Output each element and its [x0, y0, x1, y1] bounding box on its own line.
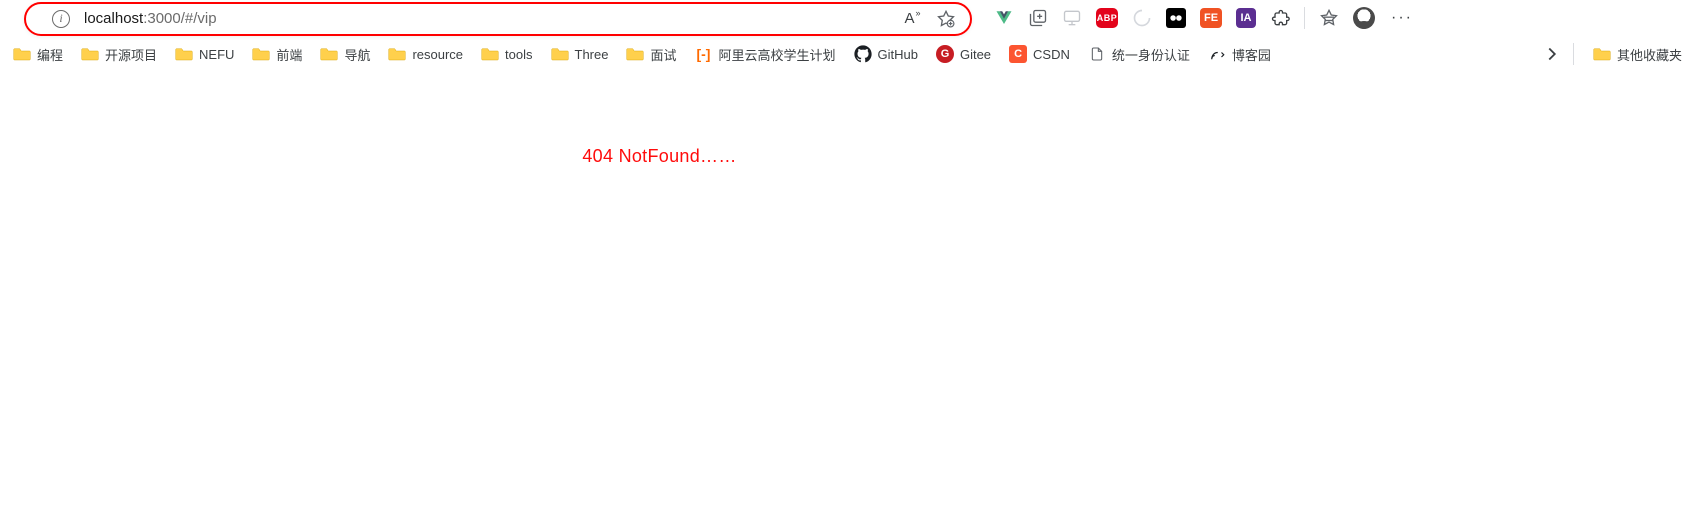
- dark-extension-icon[interactable]: [1166, 8, 1186, 28]
- bookmark-item-14[interactable]: 博客园: [1199, 39, 1280, 69]
- bookmark-label: NEFU: [199, 47, 234, 62]
- bookmark-item-3[interactable]: 前端: [243, 39, 311, 69]
- url-host: localhost: [84, 10, 143, 27]
- bookmark-item-1[interactable]: 开源项目: [72, 39, 166, 69]
- folder-icon: [388, 47, 406, 61]
- bookmarks-overflow: 其他收藏夹: [1541, 39, 1695, 69]
- bookmark-label: 导航: [344, 45, 370, 64]
- toolbar-divider: [1304, 7, 1305, 29]
- bookmark-label: 统一身份认证: [1112, 45, 1190, 64]
- folder-icon: [626, 47, 644, 61]
- page-content: 404 NotFound……: [0, 72, 1699, 167]
- bookmark-item-4[interactable]: 导航: [311, 39, 379, 69]
- bookmark-item-12[interactable]: C CSDN: [1000, 39, 1079, 69]
- ia-extension-icon[interactable]: IA: [1236, 8, 1256, 28]
- folder-icon: [481, 47, 499, 61]
- collections-icon[interactable]: [1028, 8, 1048, 28]
- bookmarks-divider: [1573, 43, 1574, 65]
- document-icon: [1088, 45, 1106, 63]
- extensions-menu-icon[interactable]: [1270, 8, 1290, 28]
- bookmark-label: 博客园: [1232, 45, 1271, 64]
- folder-icon: [252, 47, 270, 61]
- more-menu-icon[interactable]: ···: [1389, 9, 1417, 27]
- screenshot-icon[interactable]: [1062, 8, 1082, 28]
- bookmark-label: 阿里云高校学生计划: [718, 45, 835, 64]
- bookmark-label: 编程: [37, 45, 63, 64]
- bookmark-item-9[interactable]: [-] 阿里云高校学生计划: [685, 39, 844, 69]
- address-bar-actions: A»: [902, 9, 956, 29]
- csdn-icon: C: [1009, 45, 1027, 63]
- github-icon: [854, 45, 872, 63]
- folder-icon: [81, 47, 99, 61]
- bookmark-item-6[interactable]: tools: [472, 39, 541, 69]
- bookmark-label: CSDN: [1033, 47, 1070, 62]
- adblock-plus-icon[interactable]: ABP: [1096, 8, 1118, 28]
- bookmark-item-5[interactable]: resource: [379, 39, 472, 69]
- address-bar[interactable]: i localhost:3000/#/vip A»: [24, 2, 972, 36]
- read-aloud-icon[interactable]: A»: [902, 9, 922, 29]
- bookmark-label: tools: [505, 47, 532, 62]
- other-bookmarks-label: 其他收藏夹: [1617, 45, 1682, 64]
- folder-icon: [175, 47, 193, 61]
- bookmark-label: GitHub: [878, 47, 918, 62]
- folder-icon: [551, 47, 569, 61]
- browser-toolbar: i localhost:3000/#/vip A»: [0, 0, 1699, 36]
- favorites-shortcut-icon[interactable]: [1319, 8, 1339, 28]
- favorite-star-icon[interactable]: [936, 9, 956, 29]
- other-bookmarks-folder[interactable]: 其他收藏夹: [1584, 39, 1691, 69]
- not-found-text: 404 NotFound……: [582, 146, 736, 167]
- fe-helper-icon[interactable]: FE: [1200, 8, 1222, 28]
- cnblogs-icon: [1208, 45, 1226, 63]
- aliyun-icon: [-]: [694, 45, 712, 63]
- site-info-icon[interactable]: i: [52, 10, 70, 28]
- bookmark-item-8[interactable]: 面试: [617, 39, 685, 69]
- bookmark-item-2[interactable]: NEFU: [166, 39, 243, 69]
- bookmark-item-0[interactable]: 编程: [4, 39, 72, 69]
- bookmark-item-11[interactable]: G Gitee: [927, 39, 1000, 69]
- folder-icon: [1593, 47, 1611, 61]
- folder-icon: [320, 47, 338, 61]
- folder-icon: [13, 47, 31, 61]
- extensions-row: ABP FE IA ···: [994, 7, 1417, 29]
- address-url[interactable]: localhost:3000/#/vip: [84, 10, 888, 27]
- url-rest: :3000/#/vip: [143, 10, 216, 27]
- vue-devtools-icon[interactable]: [994, 8, 1014, 28]
- bookmark-label: 开源项目: [105, 45, 157, 64]
- bookmarks-scroll-right-icon[interactable]: [1541, 43, 1563, 65]
- loading-extension-icon[interactable]: [1132, 8, 1152, 28]
- gitee-icon: G: [936, 45, 954, 63]
- bookmark-label: 前端: [276, 45, 302, 64]
- bookmarks-bar: 编程 开源项目 NEFU 前端 导航 resource tools Three 面试 [-] 阿里云…: [0, 36, 1699, 72]
- bookmark-label: 面试: [650, 45, 676, 64]
- bookmark-item-10[interactable]: GitHub: [845, 39, 927, 69]
- bookmark-item-13[interactable]: 统一身份认证: [1079, 39, 1199, 69]
- bookmark-label: resource: [412, 47, 463, 62]
- bookmark-item-7[interactable]: Three: [542, 39, 618, 69]
- profile-avatar[interactable]: [1353, 7, 1375, 29]
- bookmark-label: Gitee: [960, 47, 991, 62]
- bookmark-label: Three: [575, 47, 609, 62]
